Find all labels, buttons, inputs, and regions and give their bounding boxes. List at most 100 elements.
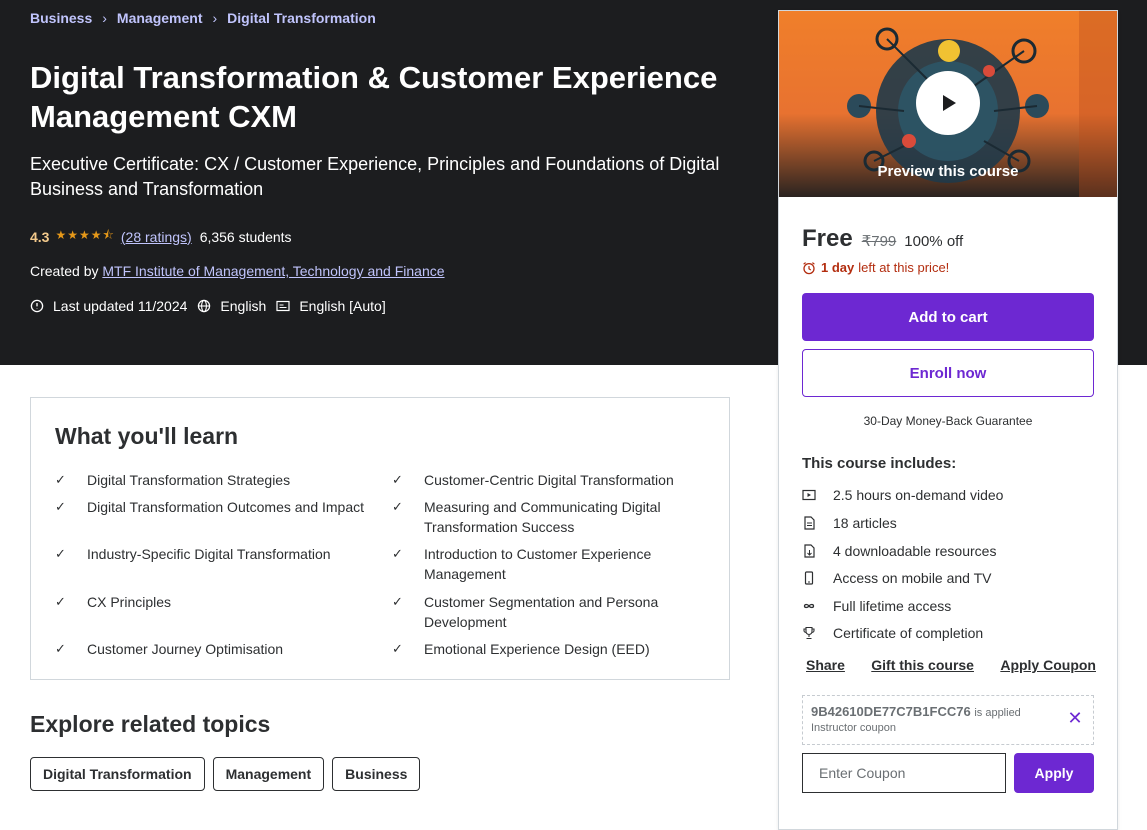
chevron-right-icon: › — [102, 10, 107, 26]
check-icon: ✓ — [392, 594, 403, 609]
remove-coupon-close-icon[interactable]: ✕ — [1067, 709, 1083, 727]
article-icon — [804, 516, 815, 530]
what-youll-learn: What you'll learn ✓ Digital Transformati… — [30, 397, 730, 680]
closed-captions-icon — [276, 300, 290, 312]
price-timer: 1 day left at this price! — [802, 260, 949, 275]
apply-coupon-link[interactable]: Apply Coupon — [1000, 657, 1096, 673]
coupon-code-row: 9B42610DE77C7B1FCC76 is applied — [811, 704, 1021, 719]
coupon-applied-text: is applied — [974, 707, 1021, 719]
last-updated-item: Last updated 11/2024 — [30, 298, 187, 314]
add-to-cart-button[interactable]: Add to cart — [802, 293, 1094, 341]
play-button[interactable] — [916, 71, 980, 135]
globe-icon — [198, 299, 211, 313]
learn-item: ✓ Industry-Specific Digital Transformati… — [55, 544, 375, 564]
includes-item: 2.5 hours on-demand video — [802, 487, 1003, 503]
learn-item-text: Digital Transformation Outcomes and Impa… — [87, 499, 365, 515]
breadcrumb-digital-transformation[interactable]: Digital Transformation — [227, 10, 376, 26]
learn-item-text: Industry-Specific Digital Transformation — [87, 546, 331, 562]
learn-item: ✓ Digital Transformation Strategies — [55, 470, 375, 490]
check-icon: ✓ — [55, 546, 66, 561]
preview-label: Preview this course — [877, 163, 1019, 180]
includes-text: 2.5 hours on-demand video — [833, 487, 1004, 503]
includes-item: 4 downloadable resources — [802, 543, 996, 559]
topic-business[interactable]: Business — [332, 757, 421, 791]
last-updated: Last updated 11/2024 — [53, 298, 188, 314]
rating-row: 4.3 ★★★★⯪ (28 ratings) 6,356 students — [30, 226, 292, 247]
check-icon: ✓ — [392, 499, 403, 514]
rating-value: 4.3 — [30, 228, 50, 245]
breadcrumb-management[interactable]: Management — [117, 10, 203, 26]
infinity-icon — [803, 603, 815, 609]
original-price: ₹799 — [861, 233, 897, 250]
includes-item: 18 articles — [802, 515, 897, 531]
breadcrumb: Business › Management › Digital Transfor… — [30, 10, 376, 26]
includes-text: Full lifetime access — [833, 598, 952, 614]
course-title: Digital Transformation & Customer Experi… — [30, 60, 718, 134]
learn-item-text: Emotional Experience Design (EED) — [424, 641, 650, 657]
check-icon: ✓ — [55, 594, 66, 609]
coupon-input[interactable] — [802, 753, 1006, 793]
captions-item: English [Auto] — [276, 298, 386, 314]
includes-title: This course includes: — [802, 455, 957, 472]
coupon-code: 9B42610DE77C7B1FCC76 — [811, 704, 971, 719]
sidebar-links: Share Gift this course Apply Coupon — [806, 657, 1096, 673]
topic-management[interactable]: Management — [212, 757, 325, 791]
check-icon: ✓ — [392, 546, 403, 561]
learn-title: What you'll learn — [55, 423, 239, 449]
learn-item-text: CX Principles — [87, 594, 172, 610]
course-subtitle: Executive Certificate: CX / Customer Exp… — [30, 154, 720, 199]
learn-item: ✓ Customer Segmentation and Persona Deve… — [392, 592, 692, 632]
play-icon — [943, 95, 956, 111]
students-count: 6,356 students — [199, 228, 292, 245]
learn-item-text: Digital Transformation Strategies — [87, 472, 291, 488]
download-file-icon — [804, 544, 815, 558]
check-icon: ✓ — [392, 641, 403, 656]
course-preview[interactable]: Preview this course — [779, 11, 1117, 197]
created-by-label: Created by — [30, 263, 99, 279]
timer-days: 1 day — [821, 260, 855, 275]
learn-item-text: Customer Journey Optimisation — [87, 641, 284, 657]
language: English — [220, 298, 267, 314]
alarm-clock-icon — [803, 261, 815, 274]
breadcrumb-business[interactable]: Business — [30, 10, 92, 26]
share-link[interactable]: Share — [806, 657, 845, 673]
language-item: English — [197, 298, 266, 314]
check-icon: ✓ — [55, 641, 66, 656]
check-icon: ✓ — [55, 499, 66, 514]
includes-item: Full lifetime access — [802, 598, 951, 614]
learn-item: ✓ CX Principles — [55, 592, 375, 612]
purchase-sidebar: Preview this course Free ₹799 100% off 1… — [778, 10, 1118, 830]
learn-item-text: Customer-Centric Digital Transformation — [424, 472, 674, 488]
includes-text: Certificate of completion — [833, 625, 984, 641]
includes-item: Access on mobile and TV — [802, 570, 992, 586]
course-meta: Last updated 11/2024 English English [Au… — [30, 298, 396, 314]
includes-text: 18 articles — [833, 515, 897, 531]
captions: English [Auto] — [299, 298, 386, 314]
discount-percent: 100% off — [904, 233, 964, 250]
learn-item: ✓ Introduction to Customer Experience Ma… — [392, 544, 692, 584]
related-topics: Digital Transformation Management Busine… — [30, 757, 428, 791]
gift-course-link[interactable]: Gift this course — [871, 657, 974, 673]
learn-item: ✓ Customer Journey Optimisation — [55, 639, 375, 659]
learn-item-text: Customer Segmentation and Persona Develo… — [424, 594, 659, 630]
alert-badge-icon — [30, 299, 44, 313]
topic-digital-transformation[interactable]: Digital Transformation — [30, 757, 205, 791]
apply-coupon-button[interactable]: Apply — [1014, 753, 1094, 793]
trophy-icon — [803, 626, 815, 640]
created-by: Created by MTF Institute of Management, … — [30, 263, 445, 279]
ratings-count-link[interactable]: (28 ratings) — [121, 229, 192, 245]
instructor-link[interactable]: MTF Institute of Management, Technology … — [102, 263, 444, 279]
current-price: Free — [802, 225, 853, 252]
learn-item: ✓ Measuring and Communicating Digital Tr… — [392, 497, 692, 537]
mobile-icon — [804, 571, 814, 585]
includes-item: Certificate of completion — [802, 625, 983, 641]
chevron-right-icon: › — [212, 10, 218, 26]
enroll-now-button[interactable]: Enroll now — [802, 349, 1094, 397]
learn-item: ✓ Emotional Experience Design (EED) — [392, 639, 702, 659]
video-icon — [802, 489, 816, 501]
includes-text: 4 downloadable resources — [833, 543, 997, 559]
includes-text: Access on mobile and TV — [833, 570, 992, 586]
check-icon: ✓ — [55, 472, 66, 487]
star-rating-icon: ★★★★⯪ — [55, 228, 115, 242]
learn-item-text: Measuring and Communicating Digital Tran… — [424, 499, 661, 535]
